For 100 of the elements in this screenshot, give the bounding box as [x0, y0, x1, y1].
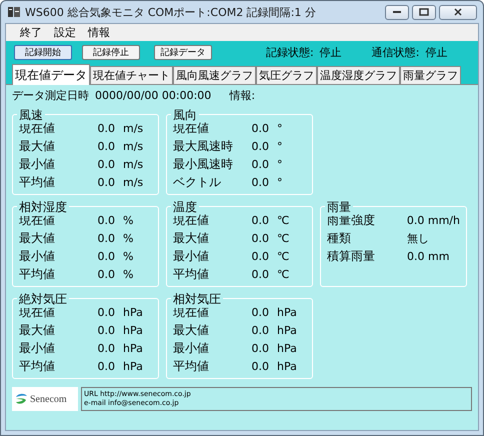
field-label: 最小値	[173, 248, 210, 264]
field-label: 最大値	[173, 230, 210, 246]
field-value: 0.0	[96, 232, 115, 244]
field-value: 0.0	[96, 214, 115, 226]
field-value: 0.0	[96, 268, 115, 280]
field-label: 最大値	[19, 138, 56, 154]
field-value: 無し	[407, 230, 429, 246]
unit-label: m/s	[123, 158, 144, 170]
field-label: 平均値	[173, 266, 210, 282]
field-value: 0.0	[96, 342, 115, 354]
tab[interactable]: 現在値データ	[12, 64, 90, 85]
close-button[interactable]	[439, 4, 477, 20]
unit-label: hPa	[277, 306, 297, 318]
field-value: 0.0	[96, 176, 115, 188]
group-title: 風向	[171, 107, 199, 124]
field-value: 0.0	[96, 360, 115, 372]
unit-label: %	[123, 232, 134, 244]
unit-label: °	[277, 122, 282, 134]
tab[interactable]: 風向風速グラフ	[173, 66, 256, 84]
unit-label: hPa	[123, 306, 143, 318]
timestamp-value: 0000/00/00 00:00:00	[95, 89, 212, 102]
field-value: 0.0	[250, 250, 269, 262]
field-value: 0.0	[96, 122, 115, 134]
field-label: 最大風速時	[173, 138, 234, 154]
field-label: 平均値	[19, 266, 56, 282]
group-title: 絶対気圧	[17, 291, 69, 308]
field-value: 0.0	[250, 306, 269, 318]
field-value: 0.0	[250, 268, 269, 280]
tab[interactable]: 現在値チャート	[90, 66, 173, 84]
group-title: 雨量	[325, 199, 353, 216]
field-value: 0.0	[250, 342, 269, 354]
unit-label: %	[123, 268, 134, 280]
menu-item[interactable]: 終了	[14, 25, 48, 40]
logo-text: Senecom	[30, 394, 67, 404]
timestamp-label: データ測定日時	[12, 88, 89, 103]
unit-label: hPa	[123, 324, 143, 336]
group-title: 温度	[171, 199, 199, 216]
toolbar-button[interactable]: 記録データ	[154, 44, 212, 60]
unit-label: °	[277, 140, 282, 152]
menu-item[interactable]: 情報	[82, 25, 116, 40]
maximize-button[interactable]	[412, 4, 436, 20]
unit-label: hPa	[123, 360, 143, 372]
unit-label: ℃	[277, 250, 290, 262]
group-title: 風速	[17, 107, 45, 124]
unit-label: ℃	[277, 214, 290, 226]
status-value: 停止	[425, 44, 448, 60]
unit-label: hPa	[277, 342, 297, 354]
info-label: 情報:	[229, 88, 256, 103]
unit-label: °	[277, 176, 282, 188]
field-label: 最小風速時	[173, 156, 234, 172]
minimize-button[interactable]	[385, 4, 409, 20]
window-title: WS600 総合気象モニタ COMポート:COM2 記録間隔:1 分	[25, 4, 317, 20]
unit-label: hPa	[277, 360, 297, 372]
field-label: 最大値	[19, 322, 56, 338]
field-label: 平均値	[173, 358, 210, 374]
status-label: 記録状態:	[266, 44, 314, 60]
status-value: 停止	[320, 44, 342, 60]
field-value: 0.0	[96, 158, 115, 170]
field-value: 0.0	[250, 122, 269, 134]
menu-item[interactable]: 設定	[48, 25, 82, 40]
unit-label: hPa	[123, 342, 143, 354]
unit-label: m/s	[123, 140, 144, 152]
unit-label: ℃	[277, 232, 290, 244]
field-value: 0.0	[250, 232, 269, 244]
field-value: 0.0	[250, 214, 269, 226]
toolbar-button[interactable]: 記録開始	[14, 44, 72, 60]
field-value: 0.0	[96, 250, 115, 262]
field-value: 0.0	[250, 140, 269, 152]
field-value: 0.0	[250, 324, 269, 336]
field-value: 0.0	[96, 140, 115, 152]
field-value: 0.0	[96, 306, 115, 318]
group-title: 相対気圧	[171, 291, 223, 308]
field-value: 0.0	[96, 324, 115, 336]
field-value: 0.0	[250, 176, 269, 188]
group-title: 相対湿度	[17, 199, 69, 216]
field-label: 最小値	[19, 340, 56, 356]
tab[interactable]: 気圧グラフ	[256, 66, 317, 84]
field-label: 平均値	[19, 174, 56, 190]
status-label: 通信状態:	[372, 44, 420, 60]
unit-label: %	[123, 214, 134, 226]
toolbar-button[interactable]: 記録停止	[82, 44, 140, 60]
field-label: 最小値	[19, 156, 56, 172]
field-label: 種類	[327, 230, 352, 246]
unit-label: m/s	[123, 176, 144, 188]
field-label: 平均値	[19, 358, 56, 374]
tab[interactable]: 雨量グラフ	[400, 66, 461, 84]
field-value: 0.0 mm	[407, 250, 450, 262]
tab[interactable]: 温度湿度グラフ	[317, 66, 400, 84]
field-value: 0.0	[250, 360, 269, 372]
field-label: ベクトル	[173, 174, 222, 190]
swirl-logo-icon	[14, 392, 28, 406]
unit-label: ℃	[277, 268, 290, 280]
unit-label: °	[277, 158, 282, 170]
field-label: 最大値	[19, 230, 56, 246]
close-icon	[453, 8, 463, 16]
field-value: 0.0 mm/h	[406, 214, 460, 226]
maximize-icon	[419, 8, 429, 16]
field-label: 積算雨量	[327, 248, 376, 264]
field-label: 最大値	[173, 322, 210, 338]
app-icon	[7, 5, 21, 19]
